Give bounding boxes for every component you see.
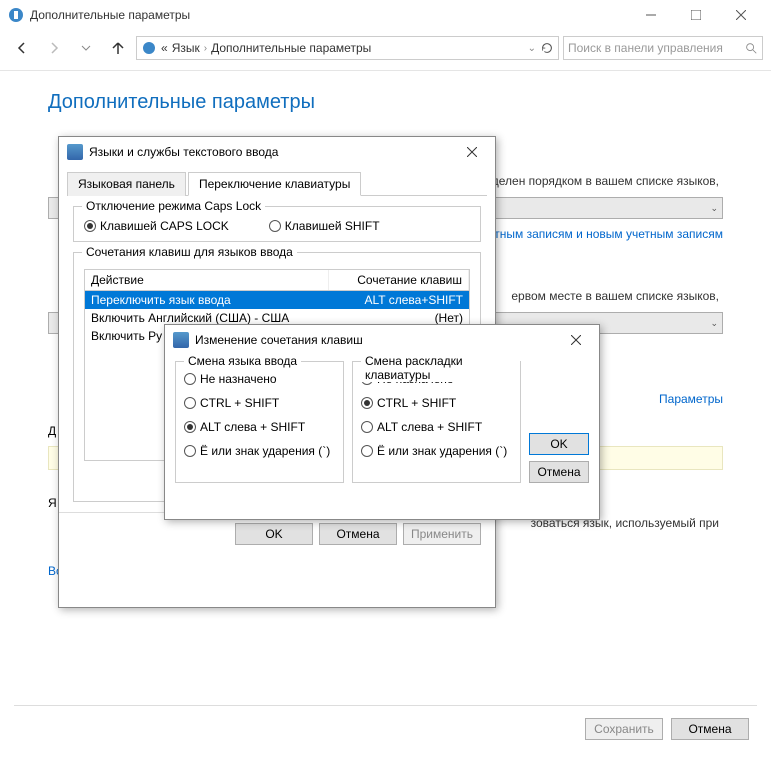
dialog1-tabs: Языковая панель Переключение клавиатуры <box>67 171 487 196</box>
search-box[interactable] <box>563 36 763 60</box>
keyboard-icon <box>67 144 83 160</box>
dialog1-titlebar: Языки и службы текстового ввода <box>59 137 495 167</box>
tab-language-bar[interactable]: Языковая панель <box>67 172 186 196</box>
keyboard-layout-groupbox: Смена раскладки клавиатуры Не назначено … <box>352 361 521 483</box>
list-row-switch-input[interactable]: Переключить язык вводаALT слева+SHIFT <box>85 291 469 309</box>
refresh-icon[interactable] <box>540 41 554 55</box>
control-panel-icon <box>8 7 24 23</box>
col-action: Действие <box>85 270 329 290</box>
breadcrumb-back[interactable]: « <box>161 41 168 55</box>
forward-button[interactable] <box>40 34 68 62</box>
chevron-down-icon[interactable]: ⌄ <box>528 43 536 54</box>
tab-keyboard-switch[interactable]: Переключение клавиатуры <box>188 172 361 196</box>
footer-divider <box>14 705 757 706</box>
breadcrumb-language[interactable]: Язык <box>172 41 200 55</box>
back-button[interactable] <box>8 34 36 62</box>
up-button[interactable] <box>104 34 132 62</box>
dialog2-ok-button[interactable]: OK <box>529 433 589 455</box>
radio-shift-key[interactable]: Клавишей SHIFT <box>269 219 380 233</box>
radio-capslock-key[interactable]: Клавишей CAPS LOCK <box>84 219 229 233</box>
page-heading: Дополнительные параметры <box>48 91 723 114</box>
dialog1-cancel-button[interactable]: Отмена <box>319 523 397 545</box>
dialog1-apply-button[interactable]: Применить <box>403 523 481 545</box>
footer-buttons: Сохранить Отмена <box>585 718 749 740</box>
dialog2-cancel-button[interactable]: Отмена <box>529 461 589 483</box>
change-hotkey-dialog: Изменение сочетания клавиш Смена языка в… <box>164 324 600 520</box>
maximize-button[interactable] <box>673 0 718 30</box>
input-language-legend: Смена языка ввода <box>184 354 301 368</box>
chevron-right-icon: › <box>204 43 207 54</box>
dialog1-ok-button[interactable]: OK <box>235 523 313 545</box>
radio-lang-none[interactable]: Не назначено <box>184 372 335 386</box>
breadcrumb-advanced[interactable]: Дополнительные параметры <box>211 41 371 55</box>
close-button[interactable] <box>718 0 763 30</box>
radio-layout-alt-shift[interactable]: ALT слева + SHIFT <box>361 420 512 434</box>
hotkeys-legend: Сочетания клавиш для языков ввода <box>82 245 297 259</box>
radio-layout-ctrl-shift[interactable]: CTRL + SHIFT <box>361 396 512 410</box>
recent-button[interactable] <box>72 34 100 62</box>
dialog1-close-button[interactable] <box>457 140 487 164</box>
capslock-groupbox: Отключение режима Caps Lock Клавишей CAP… <box>73 206 481 242</box>
dialog1-title: Языки и службы текстового ввода <box>89 145 457 159</box>
radio-lang-ctrl-shift[interactable]: CTRL + SHIFT <box>184 396 335 410</box>
search-icon <box>744 41 758 55</box>
keyboard-layout-legend: Смена раскладки клавиатуры <box>361 354 520 382</box>
cancel-button[interactable]: Отмена <box>671 718 749 740</box>
hotkey-list-header: Действие Сочетание клавиш <box>84 269 470 291</box>
radio-lang-alt-shift[interactable]: ALT слева + SHIFT <box>184 420 335 434</box>
dialog2-close-button[interactable] <box>561 328 591 352</box>
navigation-bar: « Язык › Дополнительные параметры ⌄ <box>0 30 771 66</box>
dialog2-title: Изменение сочетания клавиш <box>195 333 561 347</box>
window-titlebar: Дополнительные параметры <box>0 0 771 30</box>
dialog2-buttons: OK Отмена <box>529 361 589 483</box>
col-hotkey: Сочетание клавиш <box>329 270 469 290</box>
dialog2-titlebar: Изменение сочетания клавиш <box>165 325 599 355</box>
address-bar[interactable]: « Язык › Дополнительные параметры ⌄ <box>136 36 559 60</box>
location-icon <box>141 40 157 56</box>
radio-layout-accent[interactable]: Ё или знак ударения (`) <box>361 444 512 458</box>
save-button[interactable]: Сохранить <box>585 718 663 740</box>
input-language-groupbox: Смена языка ввода Не назначено CTRL + SH… <box>175 361 344 483</box>
keyboard-icon <box>173 332 189 348</box>
radio-lang-accent[interactable]: Ё или знак ударения (`) <box>184 444 335 458</box>
capslock-legend: Отключение режима Caps Lock <box>82 199 265 213</box>
minimize-button[interactable] <box>628 0 673 30</box>
window-title: Дополнительные параметры <box>30 8 628 22</box>
search-input[interactable] <box>568 41 744 55</box>
